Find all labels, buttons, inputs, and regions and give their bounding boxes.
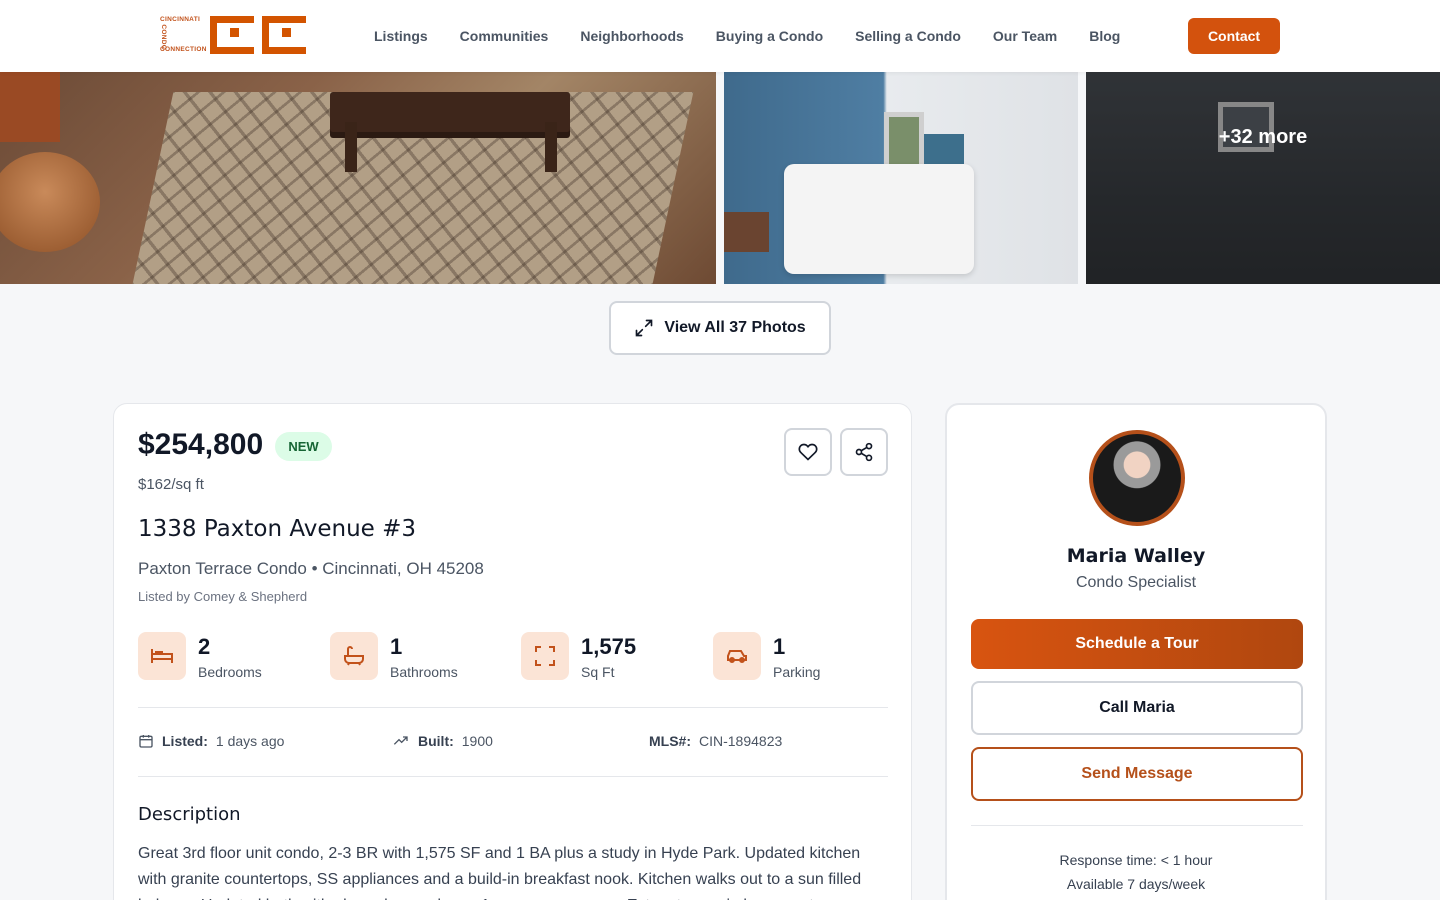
trending-up-icon [393, 736, 408, 745]
main-nav: Listings Communities Neighborhoods Buyin… [374, 0, 1120, 72]
share-button[interactable] [840, 428, 888, 476]
gallery-photo-more[interactable]: +32 more [1086, 72, 1440, 284]
mls-label: MLS#: [649, 733, 691, 749]
listing-community-location: Paxton Terrace Condo • Cincinnati, OH 45… [138, 559, 484, 578]
nav-communities[interactable]: Communities [460, 28, 549, 44]
expand-icon [521, 632, 569, 680]
agent-avatar [1089, 430, 1185, 526]
heart-icon [798, 443, 818, 461]
stat-value: 2 [198, 634, 211, 659]
year-built: Built: 1900 [392, 733, 493, 749]
nav-selling-a-condo[interactable]: Selling a Condo [855, 28, 961, 44]
send-message-button[interactable]: Send Message [971, 747, 1303, 801]
description-text: Great 3rd floor unit condo, 2-3 BR with … [138, 845, 862, 900]
schedule-tour-button[interactable]: Schedule a Tour [971, 619, 1303, 669]
photo-table-leg [345, 122, 357, 172]
built-value: 1900 [461, 733, 493, 749]
listed-value: 1 days ago [215, 733, 285, 749]
photo-coffee-table [330, 92, 570, 132]
share-icon [855, 442, 873, 462]
site-logo[interactable]: CINCINNATI CONDO CONNECTION [160, 14, 308, 56]
agent-role: Condo Specialist [1075, 574, 1197, 591]
stat-label: Sq Ft [581, 664, 615, 680]
nav-neighborhoods[interactable]: Neighborhoods [580, 28, 683, 44]
site-header: CINCINNATI CONDO CONNECTION Listings Com… [0, 0, 1440, 72]
favorite-button[interactable] [784, 428, 832, 476]
mls-number: MLS#: CIN-1894823 [649, 733, 782, 749]
nav-buying-a-condo[interactable]: Buying a Condo [716, 28, 823, 44]
listed-date: Listed: 1 days ago [138, 733, 284, 749]
more-photos-label: +32 more [1218, 125, 1308, 148]
expand-icon [635, 319, 653, 337]
logo-dot-left [230, 28, 239, 37]
divider [138, 707, 888, 708]
car-icon [713, 632, 761, 680]
contact-button[interactable]: Contact [1188, 18, 1280, 54]
stat-value: 1,575 [581, 634, 637, 659]
listing-address: 1338 Paxton Avenue #3 [138, 516, 417, 542]
nav-our-team[interactable]: Our Team [993, 28, 1057, 44]
gallery-photo-living-room[interactable] [0, 72, 716, 284]
stat-value: 1 [390, 634, 403, 659]
status-badge: NEW [275, 432, 332, 461]
photo-window [884, 112, 924, 172]
logo-text-connection: CONNECTION [160, 46, 207, 53]
call-agent-button[interactable]: Call Maria [971, 681, 1303, 735]
price-per-sqft: $162/sq ft [138, 476, 204, 493]
agent-name: Maria Walley [1066, 545, 1206, 567]
photo-nightstand [724, 212, 769, 252]
bathtub-icon [330, 632, 378, 680]
mls-value: CIN-1894823 [699, 733, 783, 749]
stat-label: Parking [773, 664, 821, 680]
nav-blog[interactable]: Blog [1089, 28, 1120, 44]
divider [971, 825, 1303, 826]
stat-label: Bathrooms [390, 664, 458, 680]
divider [138, 776, 888, 777]
stat-label: Bedrooms [198, 664, 262, 680]
agent-card: Maria Walley Condo Specialist Schedule a… [945, 403, 1327, 900]
logo-dot-right [282, 28, 291, 37]
listing-stats: 2 Bedrooms 1 Bathrooms 1,575 Sq Ft 1 Par… [138, 632, 888, 682]
view-all-photos-button[interactable]: View All 37 Photos [609, 301, 831, 355]
bed-icon [138, 632, 186, 680]
view-all-photos-label: View All 37 Photos [664, 319, 806, 336]
listing-brokerage: Listed by Comey & Shepherd [138, 589, 308, 604]
logo-text-cincinnati: CINCINNATI [160, 16, 201, 23]
stat-value: 1 [773, 634, 786, 659]
availability: Available 7 days/week [1066, 876, 1206, 892]
response-time: Response time: < 1 hour [1059, 852, 1213, 868]
description-title: Description [138, 804, 241, 825]
nav-listings[interactable]: Listings [374, 28, 428, 44]
listed-label: Listed: [162, 733, 208, 749]
photo-pouf [0, 152, 100, 252]
calendar-icon [139, 735, 153, 748]
built-label: Built: [418, 733, 454, 749]
photo-table-leg [545, 122, 557, 172]
photo-chair [0, 72, 60, 142]
listing-details-card: $254,800 NEW $162/sq ft 1338 Paxton Aven… [113, 403, 912, 900]
listing-price: $254,800 [138, 428, 264, 461]
photo-bed [784, 164, 974, 274]
gallery-photo-bedroom[interactable] [724, 72, 1078, 284]
